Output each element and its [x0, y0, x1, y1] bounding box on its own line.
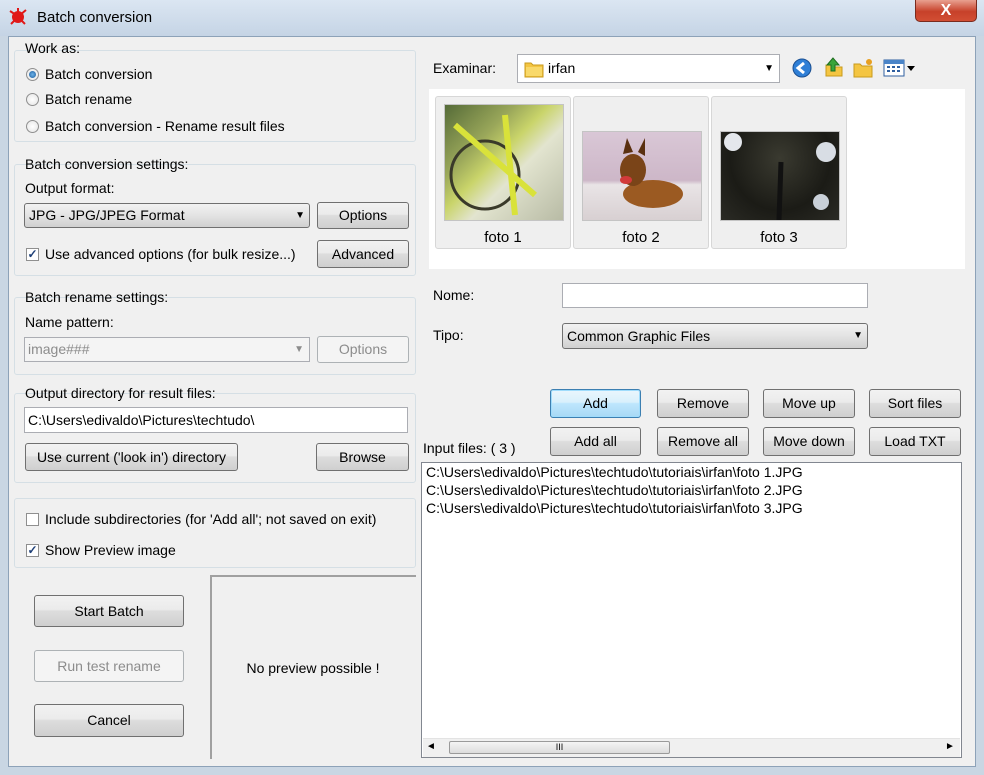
- close-window-button[interactable]: X: [915, 0, 977, 22]
- list-item[interactable]: C:\Users\edivaldo\Pictures\techtudo\tuto…: [426, 482, 803, 498]
- advanced-options-label[interactable]: Use advanced options (for bulk resize...…: [45, 246, 296, 262]
- dog-photo-icon: [620, 138, 683, 208]
- load-txt-button[interactable]: Load TXT: [869, 427, 961, 456]
- add-all-button[interactable]: Add all: [550, 427, 641, 456]
- move-down-button[interactable]: Move down: [763, 427, 855, 456]
- cancel-button[interactable]: Cancel: [34, 704, 184, 737]
- tree-photo-icon: [724, 133, 836, 221]
- show-preview-label[interactable]: Show Preview image: [45, 542, 176, 558]
- show-preview-checkbox[interactable]: ✓: [26, 544, 39, 557]
- output-format-label: Output format:: [25, 180, 115, 196]
- window-title: Batch conversion: [37, 9, 153, 26]
- radio-batch-conversion[interactable]: [26, 68, 39, 81]
- look-in-folder-select[interactable]: irfan ▼: [517, 54, 780, 83]
- file-type-value: Common Graphic Files: [567, 328, 711, 344]
- thumbnail-image-bicycle: [444, 104, 564, 221]
- use-current-directory-button[interactable]: Use current ('look in') directory: [25, 443, 238, 471]
- format-options-button[interactable]: Options: [317, 202, 409, 229]
- up-folder-icon[interactable]: [822, 56, 844, 78]
- input-files-label: Input files: ( 3 ): [423, 440, 516, 456]
- file-name-input[interactable]: [562, 283, 868, 308]
- preview-message: No preview possible !: [246, 660, 380, 676]
- output-directory-title: Output directory for result files:: [25, 385, 216, 401]
- bicycle-photo-icon: [449, 114, 537, 216]
- radio-batch-rename-label[interactable]: Batch rename: [45, 91, 132, 107]
- irfanview-app-icon: [9, 8, 27, 25]
- horizontal-scrollbar[interactable]: ◄ III ►: [423, 738, 960, 757]
- output-format-value: JPG - JPG/JPEG Format: [29, 207, 185, 223]
- input-files-list[interactable]: C:\Users\edivaldo\Pictures\techtudo\tuto…: [421, 462, 962, 758]
- thumbnail-item[interactable]: foto 3: [711, 96, 847, 249]
- scroll-thumb[interactable]: III: [449, 741, 670, 754]
- advanced-button[interactable]: Advanced: [317, 240, 409, 268]
- work-as-title: Work as:: [25, 40, 80, 56]
- move-up-button[interactable]: Move up: [763, 389, 855, 418]
- remove-all-button[interactable]: Remove all: [657, 427, 749, 456]
- thumbnail-caption: foto 3: [760, 229, 798, 246]
- back-icon[interactable]: [792, 58, 812, 78]
- chevron-down-icon: ▼: [853, 330, 863, 341]
- file-type-select[interactable]: Common Graphic Files ▼: [562, 323, 868, 349]
- run-test-rename-button[interactable]: Run test rename: [34, 650, 184, 682]
- thumbnail-item[interactable]: foto 2: [573, 96, 709, 249]
- name-pattern-value: image###: [28, 341, 90, 357]
- chevron-down-icon: ▼: [294, 344, 304, 355]
- conversion-settings-title: Batch conversion settings:: [25, 156, 189, 172]
- include-subdirectories-checkbox[interactable]: [26, 513, 39, 526]
- radio-conversion-rename[interactable]: [26, 120, 39, 133]
- look-in-folder-value: irfan: [548, 60, 576, 76]
- remove-button[interactable]: Remove: [657, 389, 749, 418]
- chevron-down-icon: ▼: [295, 210, 305, 221]
- rename-settings-title: Batch rename settings:: [25, 289, 169, 305]
- radio-conversion-rename-label[interactable]: Batch conversion - Rename result files: [45, 118, 285, 134]
- sort-files-button[interactable]: Sort files: [869, 389, 961, 418]
- rename-options-button[interactable]: Options: [317, 336, 409, 363]
- add-button[interactable]: Add: [550, 389, 641, 418]
- list-item[interactable]: C:\Users\edivaldo\Pictures\techtudo\tuto…: [426, 500, 803, 516]
- scroll-right-arrow-icon[interactable]: ►: [945, 741, 955, 752]
- thumbnail-caption: foto 1: [484, 229, 522, 246]
- new-folder-icon[interactable]: [852, 57, 874, 79]
- advanced-options-checkbox[interactable]: ✓: [26, 248, 39, 261]
- start-batch-button[interactable]: Start Batch: [34, 595, 184, 627]
- output-directory-input[interactable]: C:\Users\edivaldo\Pictures\techtudo\: [24, 407, 408, 433]
- file-type-label: Tipo:: [433, 327, 464, 343]
- file-name-label: Nome:: [433, 287, 475, 303]
- include-subdirectories-label[interactable]: Include subdirectories (for 'Add all'; n…: [45, 511, 376, 527]
- list-item[interactable]: C:\Users\edivaldo\Pictures\techtudo\tuto…: [426, 464, 803, 480]
- thumbnail-image-tree: [720, 131, 840, 221]
- scroll-left-arrow-icon[interactable]: ◄: [426, 741, 436, 752]
- browse-button[interactable]: Browse: [316, 443, 409, 471]
- thumbnail-image-dog: [582, 131, 702, 221]
- thumbnail-item[interactable]: foto 1: [435, 96, 571, 249]
- look-in-label: Examinar:: [433, 60, 497, 76]
- radio-batch-rename[interactable]: [26, 93, 39, 106]
- folder-icon: [524, 62, 544, 78]
- radio-batch-conversion-label[interactable]: Batch conversion: [45, 66, 152, 82]
- thumbnail-caption: foto 2: [622, 229, 660, 246]
- chevron-down-icon: ▼: [764, 63, 774, 74]
- name-pattern-label: Name pattern:: [25, 314, 114, 330]
- view-menu-icon[interactable]: [883, 58, 917, 78]
- output-format-select[interactable]: JPG - JPG/JPEG Format ▼: [24, 203, 310, 228]
- name-pattern-input[interactable]: image### ▼: [24, 337, 310, 362]
